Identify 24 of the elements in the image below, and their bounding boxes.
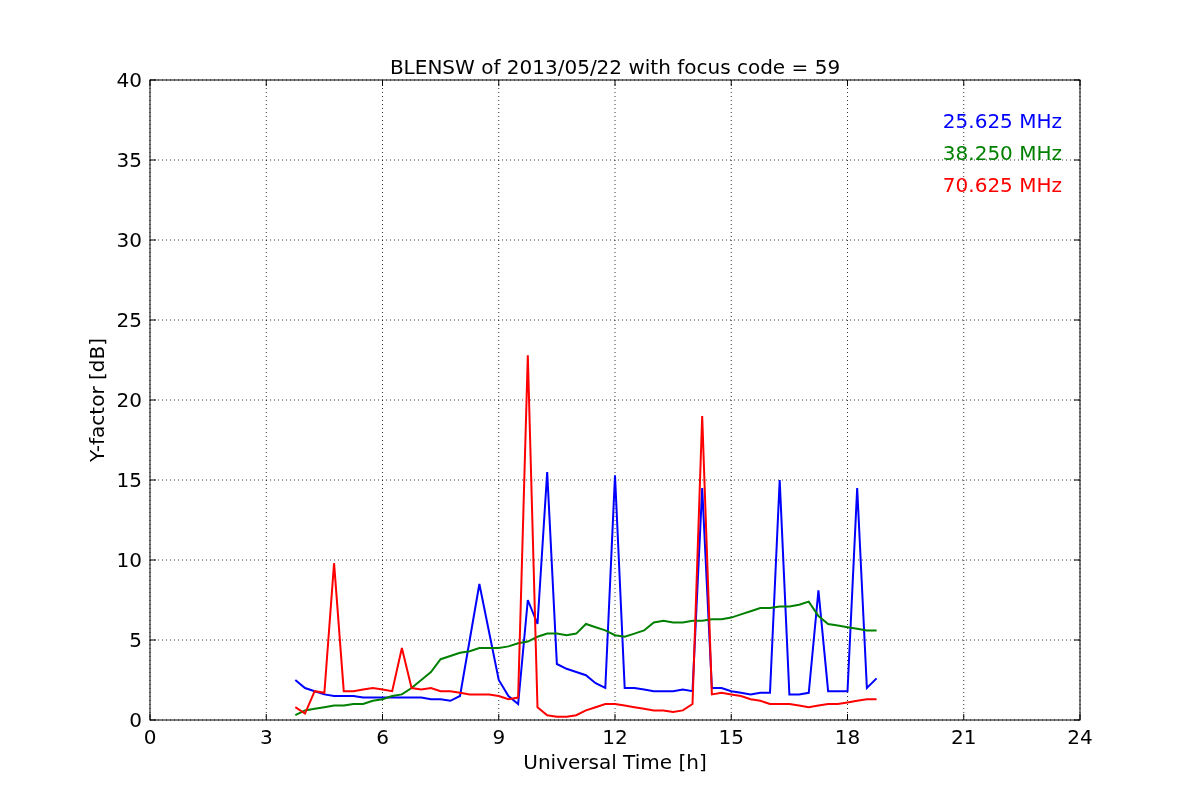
legend-label: 70.625 MHz xyxy=(942,173,1062,197)
tick-label: 20 xyxy=(116,388,142,412)
tick-label: 18 xyxy=(834,725,861,749)
legend-label: 25.625 MHz xyxy=(942,109,1062,133)
legend-label: 38.250 MHz xyxy=(942,141,1062,165)
tick-label: 9 xyxy=(492,725,506,749)
tick-label: 10 xyxy=(116,548,142,572)
tick-label: 25 xyxy=(116,308,142,332)
tick-label: 15 xyxy=(116,468,142,492)
tick-label: 0 xyxy=(143,725,157,749)
axis-label: Y-factor [dB] xyxy=(85,338,109,462)
tick-label: 5 xyxy=(129,628,142,652)
tick-label: 12 xyxy=(602,725,628,749)
chart-title: BLENSW of 2013/05/22 with focus code = 59 xyxy=(389,55,841,79)
tick-label: 3 xyxy=(259,725,273,749)
tick-label: 15 xyxy=(718,725,744,749)
tick-label: 30 xyxy=(116,228,142,252)
tick-label: 0 xyxy=(129,708,142,732)
tick-label: 40 xyxy=(116,68,142,92)
tick-label: 35 xyxy=(116,148,142,172)
tick-label: 6 xyxy=(376,725,389,749)
tick-label: 24 xyxy=(1067,725,1093,749)
axis-label: Universal Time [h] xyxy=(523,750,707,774)
tick-label: 21 xyxy=(951,725,977,749)
